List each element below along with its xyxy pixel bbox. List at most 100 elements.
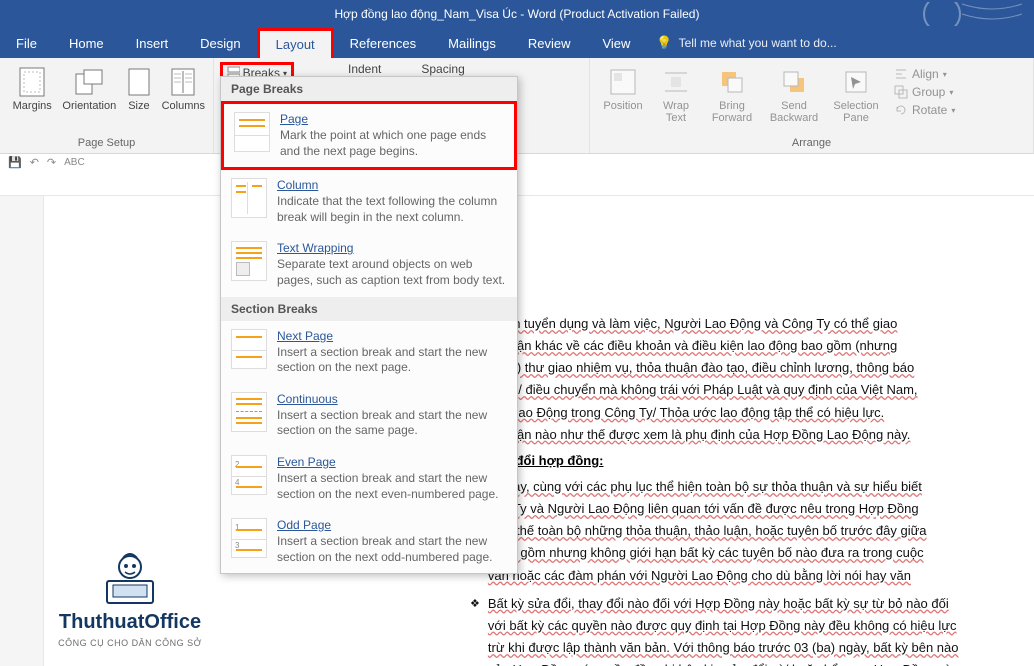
group-icon <box>894 85 908 99</box>
watermark-text: ThuthuatOffice <box>59 611 201 634</box>
tab-insert[interactable]: Insert <box>120 28 185 58</box>
doc-line: , bao gồm nhưng không giới hạn bất kỳ cá… <box>488 543 927 563</box>
tab-layout[interactable]: Layout <box>257 28 334 58</box>
tab-file[interactable]: File <box>0 28 53 58</box>
spacing-label: Spacing <box>421 62 491 76</box>
bring-forward-button[interactable]: Bring Forward <box>704 62 760 124</box>
selection-pane-button[interactable]: Selection Pane <box>828 62 884 124</box>
spellcheck-icon[interactable]: ABC <box>64 157 85 168</box>
columns-icon <box>167 66 199 98</box>
item-title: Text Wrapping <box>277 241 507 255</box>
item-desc: Insert a section break and start the new… <box>277 534 507 565</box>
orientation-button[interactable]: Orientation <box>62 62 116 112</box>
nextpage-break-icon <box>231 329 267 369</box>
doc-line: ông Ty và Người Lao Động liên quan tới v… <box>488 499 927 519</box>
send-backward-icon <box>778 66 810 98</box>
tab-design[interactable]: Design <box>184 28 256 58</box>
align-icon <box>894 67 908 81</box>
quick-access-toolbar: 💾 ↶ ↷ ABC <box>8 156 85 169</box>
item-desc: Separate text around objects on web page… <box>277 257 507 288</box>
wrap-text-button[interactable]: Wrap Text <box>654 62 698 124</box>
undo-icon[interactable]: ↶ <box>30 156 39 169</box>
margins-icon <box>16 66 48 98</box>
item-title: Even Page <box>277 455 507 469</box>
orientation-icon <box>73 66 105 98</box>
watermark-subtitle: CÔNG CỤ CHO DÂN CÔNG SỞ <box>58 638 202 648</box>
rotate-button[interactable]: Rotate▾ <box>890 102 959 118</box>
window-title: Hợp đồng lao động_Nam_Visa Úc - Word (Pr… <box>335 7 700 21</box>
doc-line: thỏa thuận nào như thế được xem là phụ đ… <box>470 425 1014 445</box>
doc-bullet: Bất kỳ sửa đổi, thay đổi nào đối với Hợp… <box>470 594 1014 666</box>
oddpage-break-icon: 13 <box>231 518 267 558</box>
position-icon <box>607 66 639 98</box>
break-oddpage-item[interactable]: 13 Odd Page Insert a section break and st… <box>221 510 517 573</box>
doc-line: của Hợp Đồng có quyền đề nghị bên kia sử… <box>488 660 961 666</box>
doc-line: vấn hoặc các đàm phán với Người Lao Động… <box>488 566 927 586</box>
tab-mailings[interactable]: Mailings <box>432 28 512 58</box>
group-button[interactable]: Group▾ <box>890 84 959 100</box>
break-column-item[interactable]: Column Indicate that the text following t… <box>221 170 517 233</box>
save-icon[interactable]: 💾 <box>8 156 22 169</box>
columns-button[interactable]: Columns <box>162 62 205 112</box>
doc-heading: và sửa đổi hợp đồng: <box>470 451 1014 471</box>
tab-references[interactable]: References <box>334 28 432 58</box>
margins-button[interactable]: Margins <box>8 62 56 112</box>
selection-pane-icon <box>840 66 872 98</box>
document-body[interactable]: thời gian tuyển dụng và làm việc, Người … <box>470 314 1014 666</box>
doc-bullet: ng này, cùng với các phụ lục thể hiện to… <box>470 477 1014 588</box>
size-button[interactable]: Size <box>122 62 155 112</box>
textwrap-break-icon <box>231 241 267 281</box>
item-title: Odd Page <box>277 518 507 532</box>
doc-line: Bất kỳ sửa đổi, thay đổi nào đối với Hợp… <box>488 594 961 614</box>
position-button[interactable]: Position <box>598 62 648 112</box>
size-icon <box>123 66 155 98</box>
item-desc: Indicate that the text following the col… <box>277 194 507 225</box>
title-bar: Hợp đồng lao động_Nam_Visa Úc - Word (Pr… <box>0 0 1034 28</box>
doc-line: ội Quy Lao Động trong Công Ty/ Thỏa ước … <box>470 403 1014 423</box>
item-title: Page <box>280 112 504 126</box>
break-evenpage-item[interactable]: 24 Even Page Insert a section break and s… <box>221 447 517 510</box>
dropdown-header-page-breaks: Page Breaks <box>221 77 517 101</box>
break-textwrap-item[interactable]: Text Wrapping Separate text around object… <box>221 233 517 296</box>
item-title: Continuous <box>277 392 507 406</box>
breaks-dropdown: Page Breaks PageMark the point at which … <box>220 76 518 574</box>
tab-review[interactable]: Review <box>512 28 587 58</box>
item-desc: Insert a section break and start the new… <box>277 471 507 502</box>
mascot-icon <box>95 547 165 607</box>
group-page-setup: Margins Orientation Size Columns Page Se… <box>0 58 214 153</box>
doc-line: thỏa thuận khác về các điều khoản và điề… <box>470 336 1014 356</box>
tell-me-search[interactable]: 💡 Tell me what you want to do... <box>646 28 846 58</box>
wrap-text-icon <box>660 66 692 98</box>
item-title: Column <box>277 178 507 192</box>
doc-line: thời gian tuyển dụng và làm việc, Người … <box>470 314 1014 334</box>
break-nextpage-item[interactable]: Next Page Insert a section break and star… <box>221 321 517 384</box>
item-desc: Insert a section break and start the new… <box>277 408 507 439</box>
continuous-break-icon <box>231 392 267 432</box>
title-decoration-icon <box>902 2 1022 26</box>
tab-home[interactable]: Home <box>53 28 120 58</box>
vertical-ruler[interactable] <box>0 196 44 666</box>
send-backward-button[interactable]: Send Backward <box>766 62 822 124</box>
group-label-arrange: Arrange <box>598 137 1025 153</box>
ribbon-tabs: File Home Insert Design Layout Reference… <box>0 28 1034 58</box>
doc-line: với bất kỳ các quyền nào được quy định t… <box>488 616 961 636</box>
group-arrange: Position Wrap Text Bring Forward Send Ba… <box>590 58 1034 153</box>
item-title: Next Page <box>277 329 507 343</box>
lightbulb-icon: 💡 <box>656 35 672 51</box>
doc-line: giới hạn) thư giao nhiệm vụ, thỏa thuận … <box>470 358 1014 378</box>
doc-line: ại lương/ điều chuyển mà không trái với … <box>470 380 1014 400</box>
align-button[interactable]: Align▾ <box>890 66 959 82</box>
item-desc: Insert a section break and start the new… <box>277 345 507 376</box>
dropdown-header-section-breaks: Section Breaks <box>221 297 517 321</box>
tab-view[interactable]: View <box>586 28 646 58</box>
page-break-icon <box>234 112 270 152</box>
rotate-icon <box>894 103 908 117</box>
group-label-page-setup: Page Setup <box>8 137 205 153</box>
bring-forward-icon <box>716 66 748 98</box>
doc-line: ng này, cùng với các phụ lục thể hiện to… <box>488 477 927 497</box>
break-page-item[interactable]: PageMark the point at which one page end… <box>221 101 517 170</box>
column-break-icon <box>231 178 267 218</box>
redo-icon[interactable]: ↷ <box>47 156 56 169</box>
break-continuous-item[interactable]: Continuous Insert a section break and sta… <box>221 384 517 447</box>
evenpage-break-icon: 24 <box>231 455 267 495</box>
